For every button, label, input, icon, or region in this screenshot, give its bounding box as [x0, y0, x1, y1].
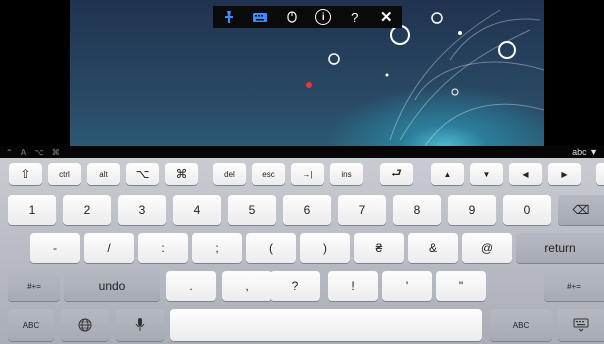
modifier-bar: ⌃ A ⌥ ⌘ abc ▼ — [0, 146, 604, 158]
symbols-toggle-left[interactable]: #+= — [8, 271, 60, 301]
tab-key[interactable]: →| — [291, 163, 324, 185]
key-apostrophe[interactable]: ' — [382, 271, 432, 301]
enter-key[interactable]: ⮐ — [380, 163, 413, 185]
arrow-right-key[interactable]: ▶ — [548, 163, 581, 185]
key-at[interactable]: @ — [462, 233, 512, 263]
modifier-indicators[interactable]: ⌃ A ⌥ ⌘ — [6, 148, 63, 157]
info-button[interactable]: i — [311, 6, 335, 28]
esc-key[interactable]: esc — [252, 163, 285, 185]
return-key[interactable]: return — [516, 233, 604, 263]
key-ampersand[interactable]: & — [408, 233, 458, 263]
key-4[interactable]: 4 — [173, 195, 221, 225]
key-open-paren[interactable]: ( — [246, 233, 296, 263]
key-8[interactable]: 8 — [393, 195, 441, 225]
ins-key[interactable]: ins — [330, 163, 363, 185]
key-semicolon[interactable]: ; — [192, 233, 242, 263]
key-question[interactable]: ? — [270, 271, 320, 301]
info-icon: i — [315, 9, 332, 25]
key-exclamation[interactable]: ! — [328, 271, 378, 301]
key-quote[interactable]: " — [436, 271, 486, 301]
key-3[interactable]: 3 — [118, 195, 166, 225]
key-5[interactable]: 5 — [228, 195, 276, 225]
key-period[interactable]: . — [166, 271, 216, 301]
alt-key[interactable]: alt — [87, 163, 120, 185]
key-6[interactable]: 6 — [283, 195, 331, 225]
key-dash[interactable]: - — [30, 233, 80, 263]
key-close-paren[interactable]: ) — [300, 233, 350, 263]
keyboard-icon[interactable] — [248, 6, 272, 28]
shift-key[interactable]: ⇧ — [9, 163, 42, 185]
close-button[interactable]: ✕ — [374, 6, 398, 28]
option-key[interactable]: ⌥ — [126, 163, 159, 185]
backspace-key[interactable]: ⌫ — [558, 195, 604, 225]
arrow-down-key[interactable]: ▼ — [470, 163, 503, 185]
help-button[interactable]: ? — [343, 6, 367, 28]
undo-key[interactable]: undo — [64, 271, 160, 301]
key-currency[interactable]: ₴ — [354, 233, 404, 263]
key-colon[interactable]: : — [138, 233, 188, 263]
pin-icon[interactable] — [217, 6, 241, 28]
keyboard-mode-toggle[interactable]: abc ▼ — [572, 147, 598, 157]
key-7[interactable]: 7 — [338, 195, 386, 225]
mouse-cursor-icon — [306, 82, 312, 88]
key-2[interactable]: 2 — [63, 195, 111, 225]
space-bar[interactable] — [170, 309, 482, 341]
key-9[interactable]: 9 — [448, 195, 496, 225]
microphone-icon[interactable] — [116, 309, 164, 341]
toolbar-overflow-key[interactable] — [596, 163, 604, 185]
session-toolbar: i ? ✕ — [213, 6, 402, 28]
remote-desktop-area[interactable]: i ? ✕ — [0, 0, 604, 146]
del-key[interactable]: del — [213, 163, 246, 185]
command-key[interactable]: ⌘ — [165, 163, 198, 185]
mouse-icon[interactable] — [280, 6, 304, 28]
abc-key-left[interactable]: ABC — [8, 309, 54, 341]
arrow-up-key[interactable]: ▲ — [431, 163, 464, 185]
abc-key-right[interactable]: ABC — [490, 309, 552, 341]
key-slash[interactable]: / — [84, 233, 134, 263]
globe-icon[interactable] — [61, 309, 109, 341]
ctrl-key[interactable]: ctrl — [48, 163, 81, 185]
key-comma[interactable]: , — [222, 271, 272, 301]
key-0[interactable]: 0 — [503, 195, 551, 225]
key-1[interactable]: 1 — [8, 195, 56, 225]
hide-keyboard-icon[interactable] — [558, 309, 604, 341]
virtual-keyboard: ⇧ ctrl alt ⌥ ⌘ del esc →| ins ⮐ ▲ ▼ ◀ ▶ … — [0, 158, 604, 344]
arrow-left-key[interactable]: ◀ — [509, 163, 542, 185]
symbols-toggle-right[interactable]: #+= — [544, 271, 604, 301]
